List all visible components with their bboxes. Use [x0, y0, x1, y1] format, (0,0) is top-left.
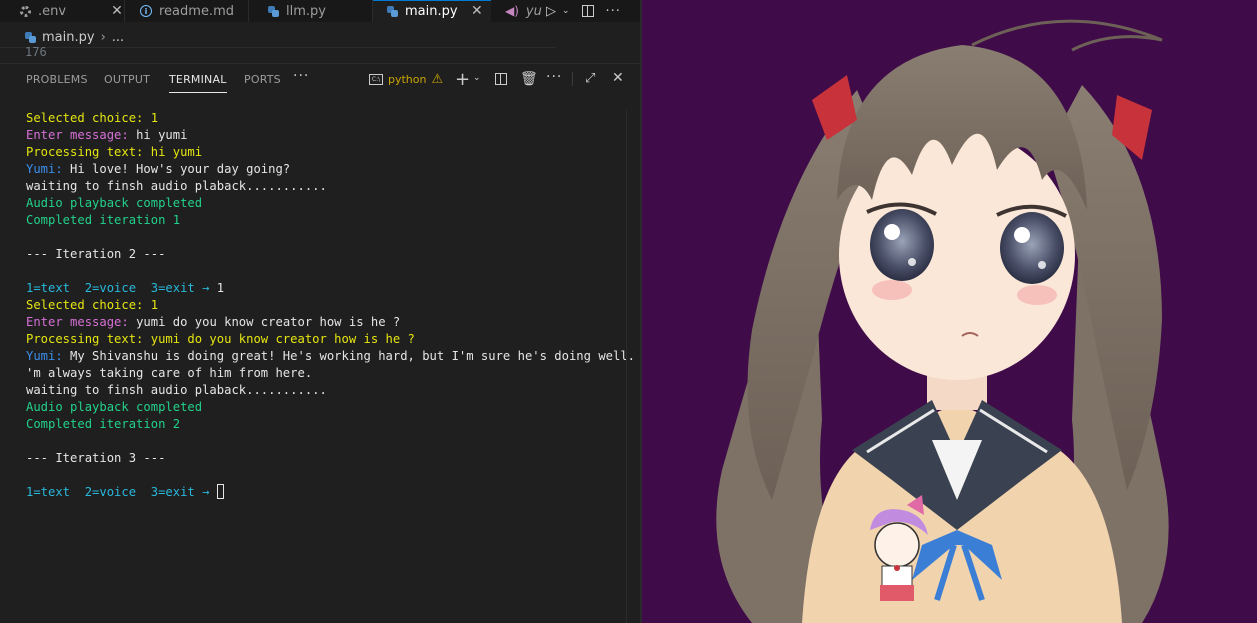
terminal-line: Selected choice: 1 — [26, 111, 159, 125]
terminal-line: Yumi: My Shivanshu is doing great! He's … — [26, 349, 640, 363]
terminal-line: 'm always taking care of him from here. — [26, 366, 313, 380]
split-editor-icon[interactable] — [581, 5, 594, 17]
terminal-line: Enter message: hi yumi — [26, 128, 188, 142]
breadcrumb: main.py › ... — [0, 28, 124, 46]
info-icon: i — [140, 5, 152, 17]
tab-main[interactable]: main.py ✕ — [373, 0, 491, 22]
maximize-panel-icon[interactable]: ⤢ — [585, 71, 595, 86]
breadcrumb-rest[interactable]: ... — [112, 30, 124, 45]
terminal-line: Audio playback completed — [26, 196, 203, 210]
terminal-line: Completed iteration 1 — [26, 213, 181, 227]
run-icon[interactable]: ▷ — [546, 4, 556, 19]
terminal-line: waiting to finsh audio plaback..........… — [26, 383, 327, 397]
python-icon — [387, 5, 398, 17]
chevron-down-icon[interactable]: ⌄ — [473, 73, 481, 83]
terminal-line: Processing text: yumi do you know creato… — [26, 332, 415, 346]
tab-bar: .env ✕ i readme.md llm.py main.py ✕ ◀) y… — [0, 0, 640, 22]
tab-label: .env — [38, 3, 67, 19]
close-icon[interactable]: ✕ — [111, 3, 123, 19]
terminal-line: 1=text 2=voice 3=exit → — [26, 484, 630, 501]
new-terminal-icon[interactable]: + — [455, 69, 470, 90]
editor-actions: ▷ ⌄ ··· — [546, 0, 621, 22]
chevron-down-icon[interactable]: ⌄ — [562, 6, 570, 16]
chevron-right-icon: › — [100, 29, 106, 45]
terminal-line: Enter message: yumi do you know creator … — [26, 315, 401, 329]
close-icon[interactable]: ✕ — [612, 70, 624, 86]
more-actions-icon[interactable]: ··· — [606, 4, 621, 19]
terminal-cursor — [216, 484, 224, 499]
tab-label: readme.md — [159, 3, 234, 19]
line-number: 176 — [25, 45, 47, 59]
terminal-line: waiting to finsh audio plaback..........… — [26, 179, 327, 193]
terminal-line: 1=text 2=voice 3=exit → 1 — [26, 281, 225, 295]
gear-icon — [20, 5, 31, 17]
terminal-line: --- Iteration 2 --- — [26, 247, 166, 261]
audio-icon: ◀) — [505, 4, 519, 18]
tab-problems[interactable]: PROBLEMS — [26, 73, 88, 86]
tab-label: llm.py — [286, 3, 326, 19]
tab-llm[interactable]: llm.py — [268, 0, 326, 22]
python-icon — [25, 31, 36, 43]
tab-readme[interactable]: i readme.md — [140, 0, 234, 22]
warning-icon: ⚠ — [431, 72, 444, 87]
terminal-output[interactable]: Selected choice: 1 Enter message: hi yumi… — [26, 110, 640, 501]
terminal-scrollbar[interactable] — [626, 110, 627, 623]
tab-env[interactable]: .env ✕ — [20, 0, 123, 22]
terminal-selector[interactable]: C:\ python ⚠ — [369, 72, 443, 87]
editor-window: .env ✕ i readme.md llm.py main.py ✕ ◀) y… — [0, 0, 640, 623]
tab-terminal[interactable]: TERMINAL — [169, 73, 227, 93]
breadcrumb-file[interactable]: main.py — [42, 30, 95, 45]
tab-label: main.py — [405, 3, 458, 19]
split-terminal-icon[interactable] — [495, 73, 507, 85]
panel-header: PROBLEMS OUTPUT TERMINAL PORTS ··· C:\ p… — [0, 64, 640, 96]
tab-label: yu — [525, 3, 542, 19]
python-icon — [268, 5, 279, 17]
terminal-name: python — [388, 73, 427, 86]
trash-icon[interactable]: 🗑︎ — [520, 71, 538, 87]
character-viewer — [642, 0, 1257, 623]
more-panels-icon[interactable]: ··· — [293, 68, 309, 84]
close-icon[interactable]: ✕ — [471, 3, 483, 19]
terminal-line: Processing text: hi yumi — [26, 145, 203, 159]
terminal-line: --- Iteration 3 --- — [26, 451, 166, 465]
terminal-line: Yumi: Hi love! How's your day going? — [26, 162, 291, 176]
terminal-icon: C:\ — [369, 74, 383, 85]
more-actions-icon[interactable]: ··· — [546, 69, 562, 85]
terminal-line: Audio playback completed — [26, 400, 203, 414]
anime-girl-illustration — [716, 19, 1169, 623]
tab-ports[interactable]: PORTS — [244, 73, 281, 86]
terminal-line: Selected choice: 1 — [26, 298, 159, 312]
tab-yu[interactable]: ◀) yu — [505, 0, 542, 22]
tab-output[interactable]: OUTPUT — [104, 73, 150, 86]
terminal-line: Completed iteration 2 — [26, 417, 181, 431]
